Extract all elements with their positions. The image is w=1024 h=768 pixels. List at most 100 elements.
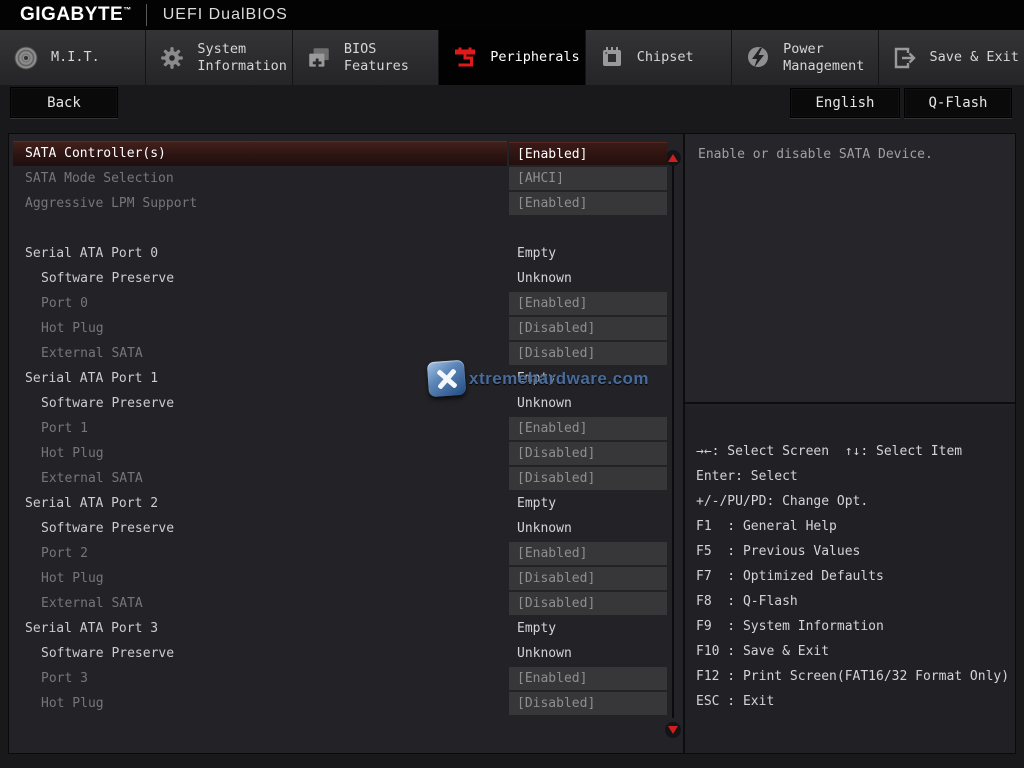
setting-value: Empty [517,616,556,641]
setting-label: External SATA [41,591,143,616]
bios-title: UEFI DualBIOS [163,6,288,24]
legend-line: F8 : Q-Flash [685,589,1015,614]
settings-row[interactable]: Serial ATA Port 2 Empty [9,491,675,516]
disc-icon [10,42,42,74]
tab-save-exit[interactable]: Save & Exit [879,30,1024,85]
setting-value[interactable]: [Enabled] [509,192,667,215]
tab-label: BIOS [344,41,409,58]
settings-row[interactable]: Software Preserve Unknown [9,266,675,291]
tab-bios-features[interactable]: BIOSFeatures [293,30,439,85]
scroll-up-arrow[interactable] [665,150,681,166]
tab-label: Chipset [637,49,694,66]
setting-label: External SATA [41,466,143,491]
titlebar-divider [146,4,147,26]
tab-mit[interactable]: M.I.T. [0,30,146,85]
setting-label: SATA Controller(s) [25,141,166,166]
settings-row[interactable]: Hot Plug [Disabled] [9,316,675,341]
settings-row[interactable]: Port 2 [Enabled] [9,541,675,566]
setting-label: Serial ATA Port 1 [25,366,158,391]
tab-system-information[interactable]: SystemInformation [146,30,292,85]
plug-icon [449,42,481,74]
language-button[interactable]: English [790,88,900,118]
settings-row[interactable]: SATA Mode Selection [AHCI] [9,166,675,191]
settings-row[interactable]: Hot Plug [Disabled] [9,441,675,466]
up-triangle-icon [668,154,678,162]
setting-value[interactable]: [Disabled] [509,592,667,615]
settings-row[interactable]: Port 0 [Enabled] [9,291,675,316]
settings-row[interactable]: Aggressive LPM Support [Enabled] [9,191,675,216]
settings-row[interactable]: Serial ATA Port 3 Empty [9,616,675,641]
tab-peripherals[interactable]: Peripherals [439,30,585,85]
tab-label: Save & Exit [930,49,1019,66]
legend-line: F5 : Previous Values [685,539,1015,564]
setting-value: Unknown [517,266,572,291]
trademark-mark: ™ [123,6,132,15]
setting-value[interactable]: [Enabled] [509,292,667,315]
setting-value[interactable]: [Disabled] [509,467,667,490]
setting-value[interactable]: [Disabled] [509,567,667,590]
scroll-down-arrow[interactable] [665,722,681,738]
scrollbar-track[interactable] [672,166,674,718]
right-panel: Enable or disable SATA Device. →←: Selec… [685,134,1015,753]
settings-row[interactable]: Software Preserve Unknown [9,641,675,666]
setting-value[interactable]: [Enabled] [509,142,667,165]
legend-line: F12 : Print Screen(FAT16/32 Format Only) [685,664,1015,689]
setting-label: Hot Plug [41,566,104,591]
legend-line: Enter: Select [685,464,1015,489]
uefi-bios-screen: { "header": { "brand": "GIGABYTE", "bran… [0,0,1024,768]
setting-value: Unknown [517,641,572,666]
setting-value[interactable]: [Disabled] [509,342,667,365]
tab-chipset[interactable]: Chipset [586,30,732,85]
setting-label: Serial ATA Port 3 [25,616,158,641]
settings-row[interactable]: Port 3 [Enabled] [9,666,675,691]
legend-line: ESC : Exit [685,689,1015,714]
tab-label-line2: Features [344,58,409,75]
setting-value: Unknown [517,391,572,416]
setting-label: Software Preserve [41,516,174,541]
settings-row[interactable]: Software Preserve Unknown [9,391,675,416]
setting-label: Software Preserve [41,391,174,416]
setting-value[interactable]: [Enabled] [509,542,667,565]
setting-label: External SATA [41,341,143,366]
settings-row[interactable]: Hot Plug [Disabled] [9,691,675,716]
setting-value: Unknown [517,516,572,541]
settings-row[interactable]: Serial ATA Port 1 Empty [9,366,675,391]
setting-label: Aggressive LPM Support [25,191,197,216]
legend-line: →←: Select Screen ↑↓: Select Item [685,439,1015,464]
settings-row[interactable]: SATA Controller(s) [Enabled] [9,141,675,166]
tab-power-management[interactable]: PowerManagement [732,30,878,85]
setting-value[interactable]: [Enabled] [509,417,667,440]
qflash-button[interactable]: Q-Flash [904,88,1012,118]
setting-label: Software Preserve [41,641,174,666]
title-bar: GIGABYTE™ UEFI DualBIOS [0,0,1024,30]
setting-value[interactable]: [Disabled] [509,442,667,465]
setting-label: Hot Plug [41,691,104,716]
setting-value: Empty [517,366,556,391]
settings-row[interactable]: Port 1 [Enabled] [9,416,675,441]
settings-row[interactable]: Serial ATA Port 0 Empty [9,241,675,266]
main-panel: SATA Controller(s) [Enabled] SATA Mode S… [8,133,1016,754]
legend-line: F9 : System Information [685,614,1015,639]
setting-value[interactable]: [Disabled] [509,317,667,340]
help-text: Enable or disable SATA Device. [698,145,998,165]
setting-label: Hot Plug [41,441,104,466]
tab-label-line2: Information [197,58,286,75]
settings-row[interactable]: External SATA [Disabled] [9,591,675,616]
setting-label: Serial ATA Port 0 [25,241,158,266]
exit-door-icon [889,42,921,74]
back-button[interactable]: Back [10,87,118,118]
setting-label: Software Preserve [41,266,174,291]
help-panel: Enable or disable SATA Device. [685,134,1015,404]
setting-value[interactable]: [Enabled] [509,667,667,690]
gear-icon [156,42,188,74]
chip-icon [596,42,628,74]
legend-line: F10 : Save & Exit [685,639,1015,664]
settings-row[interactable]: External SATA [Disabled] [9,466,675,491]
window-plus-icon [303,42,335,74]
settings-row[interactable]: Software Preserve Unknown [9,516,675,541]
tab-label-line2: Management [783,58,864,75]
settings-row[interactable]: Hot Plug [Disabled] [9,566,675,591]
setting-value[interactable]: [Disabled] [509,692,667,715]
setting-value[interactable]: [AHCI] [509,167,667,190]
settings-row[interactable]: External SATA [Disabled] [9,341,675,366]
